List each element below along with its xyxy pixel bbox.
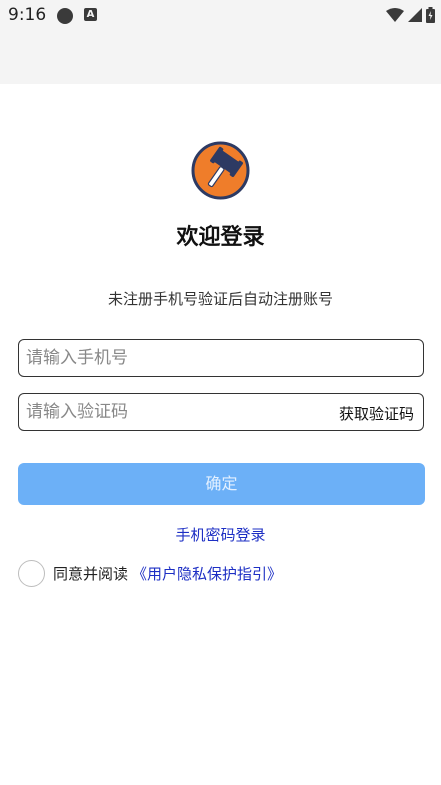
phone-field[interactable] xyxy=(18,339,424,377)
record-dot-icon xyxy=(57,8,73,24)
a-badge-icon: A xyxy=(84,8,97,21)
privacy-link[interactable]: 《用户隐私保护指引》 xyxy=(132,563,282,584)
get-code-button[interactable]: 获取验证码 xyxy=(339,403,414,424)
code-input[interactable] xyxy=(19,394,326,430)
subtitle: 未注册手机号验证后自动注册账号 xyxy=(107,290,333,308)
page-title: 欢迎登录 xyxy=(176,225,265,250)
battery-icon xyxy=(426,7,435,23)
status-time: 9:16 xyxy=(8,5,47,25)
status-icons xyxy=(386,6,435,24)
agree-radio[interactable] xyxy=(18,559,45,587)
password-login-link[interactable]: 手机密码登录 xyxy=(0,524,441,545)
status-bar: 9:16 A xyxy=(0,0,441,84)
code-field[interactable]: 获取验证码 xyxy=(18,393,424,431)
agree-text: 同意并阅读 xyxy=(53,564,129,583)
wifi-icon xyxy=(386,8,404,22)
confirm-button[interactable]: 确定 xyxy=(18,463,425,505)
phone-input[interactable] xyxy=(19,340,326,376)
gavel-logo-icon xyxy=(191,141,250,200)
signal-icon xyxy=(408,8,422,22)
agreement-row: 同意并阅读 《用户隐私保护指引》 xyxy=(18,558,282,588)
